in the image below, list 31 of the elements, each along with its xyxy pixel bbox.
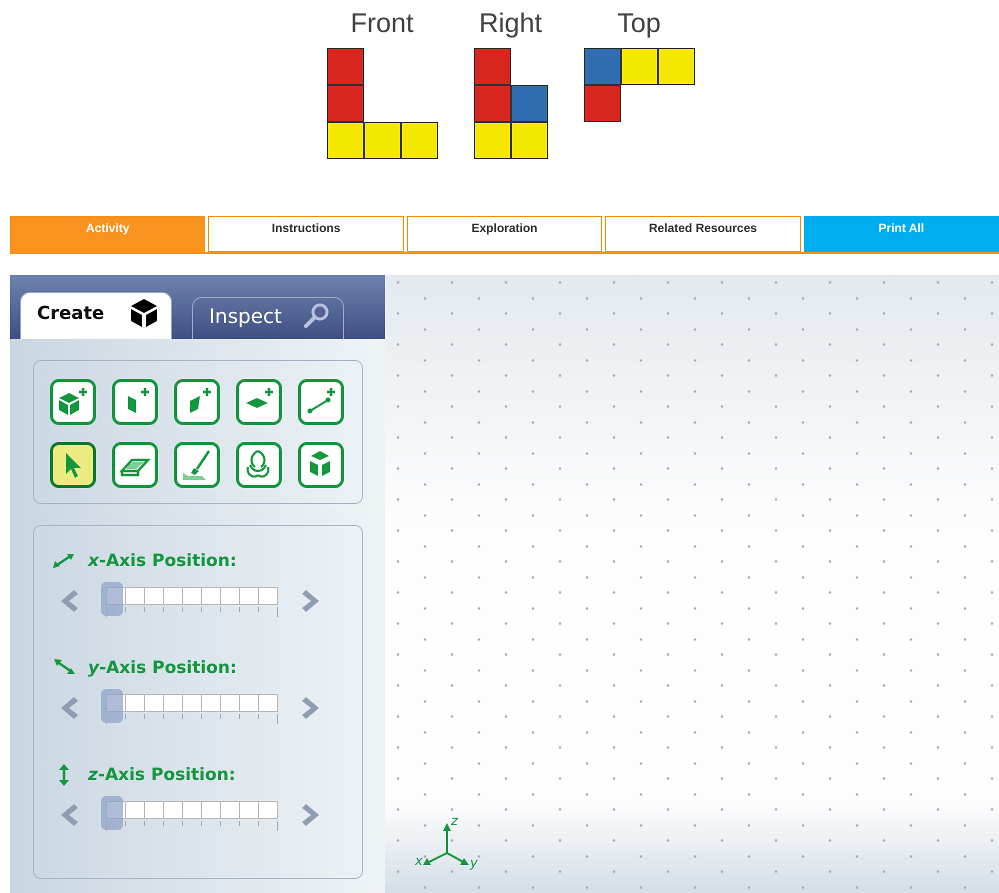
tool-button[interactable] [112, 379, 158, 425]
slider-label: y-Axis Position: [88, 658, 237, 678]
tab[interactable]: Create [20, 292, 172, 339]
slider-thumb[interactable] [101, 796, 123, 830]
cube-icon [129, 297, 159, 329]
view-label: Front [350, 7, 414, 40]
slider-thumb[interactable] [101, 582, 123, 616]
slider-label: z-Axis Position: [88, 765, 236, 785]
tool-button[interactable] [50, 379, 96, 425]
axis-label: y [470, 856, 478, 871]
axis-label: x [415, 854, 423, 869]
axis-label: z [451, 814, 458, 829]
tool-button[interactable] [298, 442, 344, 488]
nav-tab[interactable]: Exploration [406, 216, 602, 252]
tool-button[interactable] [50, 442, 96, 488]
search-icon [303, 302, 331, 330]
tool-button[interactable] [298, 379, 344, 425]
nav-tab[interactable]: Instructions [208, 216, 404, 252]
tool-button[interactable] [174, 379, 220, 425]
tool-button[interactable] [236, 442, 282, 488]
axis-triad-icon [423, 823, 469, 865]
slider-label: x-Axis Position: [88, 551, 237, 571]
tool-button[interactable] [112, 442, 158, 488]
slider-thumb[interactable] [101, 689, 123, 723]
nav-tab[interactable]: Related Resources [605, 216, 801, 252]
view-label: Right [478, 7, 542, 40]
view-label: Top [617, 7, 661, 40]
dot-grid-canvas[interactable]: z x y [385, 275, 999, 893]
tool-button[interactable] [236, 379, 282, 425]
tab[interactable]: Inspect [192, 297, 344, 339]
tool-button[interactable] [174, 442, 220, 488]
